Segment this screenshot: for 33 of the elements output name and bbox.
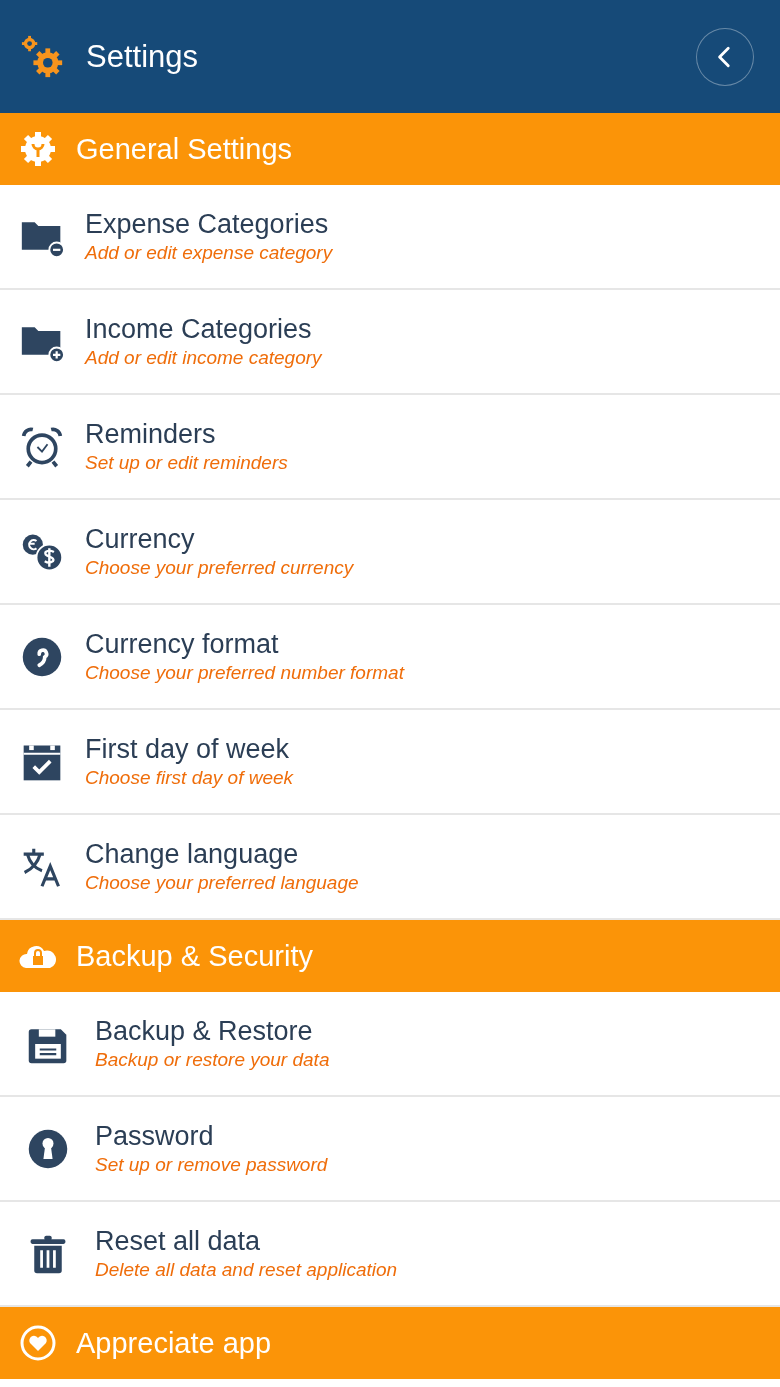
settings-item[interactable]: Currency format Choose your preferred number format [0,605,780,710]
item-description: Choose your preferred number format [85,660,404,685]
item-title: Backup & Restore [95,1014,314,1047]
item-description: Add or edit expense category [85,240,333,265]
item-description: Backup or restore your data [95,1047,330,1072]
item-description: Set up or edit reminders [85,450,288,475]
settings-item[interactable]: First day of week Choose first day of week [0,710,780,815]
item-title: Reset all data [95,1224,262,1257]
wrench-gear-icon [18,129,58,169]
settings-item[interactable]: Income Categories Add or edit income category [0,290,780,395]
item-title: Currency [85,522,196,555]
item-description: Choose your preferred currency [85,555,354,580]
settings-item[interactable]: Expense Categories Add or edit expense category [0,185,780,290]
item-title: Currency format [85,627,280,660]
item-title: Income Categories [85,312,313,345]
settings-item[interactable]: Reminders Set up or edit reminders [0,395,780,500]
item-description: Add or edit income category [85,345,322,370]
item-title: Change language [85,837,300,870]
settings-item[interactable]: Currency Choose your preferred currency [0,500,780,605]
screen-title: Settings [86,38,199,75]
item-description: Choose your preferred language [85,870,359,895]
item-title: First day of week [85,732,291,765]
section-title: Appreciate app [76,1326,272,1360]
section-title: Backup & Security [76,939,313,973]
settings-item[interactable]: Backup & Restore Backup or restore your data [0,992,780,1097]
item-description: Set up or remove password [95,1152,328,1177]
item-title: Password [95,1119,215,1152]
item-description: Delete all data and reset application [95,1257,398,1282]
item-title: Expense Categories [85,207,330,240]
section-title: General Settings [76,132,292,166]
item-description: Choose first day of week [85,765,294,790]
item-title: Reminders [85,417,217,450]
settings-item[interactable]: Password Set up or remove password [0,1097,780,1202]
